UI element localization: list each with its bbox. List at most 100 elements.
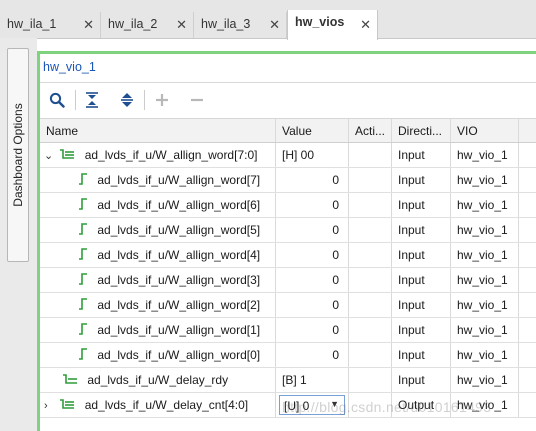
tab-label: hw_vios — [295, 15, 345, 29]
probe-value[interactable]: 0 — [276, 243, 349, 267]
close-icon[interactable]: ✕ — [83, 17, 94, 33]
search-icon[interactable] — [46, 89, 68, 111]
probe-vio: hw_vio_1 — [451, 218, 519, 242]
tab-hw-ila-2[interactable]: hw_ila_2 ✕ — [101, 12, 194, 38]
probe-name: ad_lvds_if_u/W_allign_word[0] — [97, 348, 261, 362]
probe-activity — [349, 268, 392, 292]
probe-vio: hw_vio_1 — [451, 318, 519, 342]
divider — [40, 82, 536, 83]
probe-activity — [349, 143, 392, 167]
probe-activity — [349, 243, 392, 267]
signal-icon — [78, 298, 88, 313]
tab-label: hw_ila_3 — [201, 17, 251, 31]
column-header-name[interactable]: Name — [40, 119, 276, 142]
table-row[interactable]: ad_lvds_if_u/W_allign_word[2] 0 Input hw… — [40, 293, 536, 318]
probe-vio: hw_vio_1 — [451, 343, 519, 367]
tab-bar: hw_ila_1 ✕ hw_ila_2 ✕ hw_ila_3 ✕ hw_vios… — [0, 0, 536, 40]
collapse-all-icon[interactable] — [81, 89, 103, 111]
chevron-right-icon[interactable]: › — [44, 400, 56, 412]
add-icon[interactable] — [151, 89, 173, 111]
probe-vio: hw_vio_1 — [451, 268, 519, 292]
probe-activity — [349, 218, 392, 242]
probe-vio: hw_vio_1 — [451, 293, 519, 317]
probe-direction: Input — [392, 193, 451, 217]
probe-direction: Input — [392, 343, 451, 367]
probe-value[interactable]: 0 — [276, 168, 349, 192]
dashboard-options-button[interactable]: Dashboard Options — [7, 48, 29, 262]
tab-label: hw_ila_1 — [7, 17, 57, 31]
tab-hw-ila-3[interactable]: hw_ila_3 ✕ — [194, 12, 287, 38]
probe-activity — [349, 368, 392, 392]
probe-name: ad_lvds_if_u/W_allign_word[1] — [97, 323, 261, 337]
column-header-vio[interactable]: VIO — [451, 119, 519, 142]
table-row[interactable]: ad_lvds_if_u/W_allign_word[6] 0 Input hw… — [40, 193, 536, 218]
bus-icon — [59, 148, 75, 163]
table-header: Name Value Acti... Directi... VIO — [40, 118, 536, 143]
probe-name: ad_lvds_if_u/W_allign_word[7:0] — [84, 148, 258, 162]
probe-vio: hw_vio_1 — [451, 168, 519, 192]
probe-vio: hw_vio_1 — [451, 193, 519, 217]
probe-direction: Input — [392, 168, 451, 192]
probe-name: ad_lvds_if_u/W_allign_word[4] — [97, 248, 261, 262]
left-side-strip: Dashboard Options — [0, 38, 37, 431]
chevron-down-icon[interactable]: ⌄ — [44, 149, 56, 162]
close-icon[interactable]: ✕ — [176, 17, 187, 33]
probe-name: ad_lvds_if_u/W_delay_rdy — [87, 373, 229, 387]
table-row[interactable]: ad_lvds_if_u/W_allign_word[4] 0 Input hw… — [40, 243, 536, 268]
signal-icon — [78, 323, 88, 338]
panel-title[interactable]: hw_vio_1 — [43, 60, 96, 74]
signal-icon — [78, 273, 88, 288]
probe-value[interactable]: [B] 1 — [276, 368, 349, 392]
signal-icon — [78, 223, 88, 238]
probe-direction: Input — [392, 218, 451, 242]
bus-icon — [59, 398, 75, 413]
tab-hw-vios[interactable]: hw_vios ✕ — [287, 10, 378, 40]
probe-table: Name Value Acti... Directi... VIO ⌄ ad_l… — [40, 118, 536, 418]
probe-name: ad_lvds_if_u/W_allign_word[3] — [97, 273, 261, 287]
probe-activity — [349, 343, 392, 367]
table-row[interactable]: ⌄ ad_lvds_if_u/W_allign_word[7:0] [H] 00… — [40, 143, 536, 168]
table-row[interactable]: ad_lvds_if_u/W_allign_word[1] 0 Input hw… — [40, 318, 536, 343]
probe-value[interactable]: 0 — [276, 268, 349, 292]
close-icon[interactable]: ✕ — [360, 17, 371, 33]
probe-name: ad_lvds_if_u/W_allign_word[7] — [97, 173, 261, 187]
probe-name: ad_lvds_if_u/W_allign_word[6] — [97, 198, 261, 212]
column-header-value[interactable]: Value — [276, 119, 349, 142]
probe-name: ad_lvds_if_u/W_allign_word[5] — [97, 223, 261, 237]
probe-value[interactable]: 0 — [276, 318, 349, 342]
probe-direction: Input — [392, 143, 451, 167]
probe-activity — [349, 318, 392, 342]
tab-hw-ila-1[interactable]: hw_ila_1 ✕ — [0, 12, 101, 38]
table-row[interactable]: ad_lvds_if_u/W_delay_rdy [B] 1 Input hw_… — [40, 368, 536, 393]
probe-value[interactable]: 0 — [276, 343, 349, 367]
signal-icon — [78, 198, 88, 213]
table-row[interactable]: ad_lvds_if_u/W_allign_word[7] 0 Input hw… — [40, 168, 536, 193]
probe-vio: hw_vio_1 — [451, 368, 519, 392]
probe-direction: Input — [392, 243, 451, 267]
probe-vio: hw_vio_1 — [451, 243, 519, 267]
table-row[interactable]: ad_lvds_if_u/W_allign_word[0] 0 Input hw… — [40, 343, 536, 368]
expand-all-icon[interactable] — [116, 89, 138, 111]
probe-vio: hw_vio_1 — [451, 143, 519, 167]
probe-value[interactable]: [H] 00 — [276, 143, 349, 167]
probe-value[interactable]: 0 — [276, 218, 349, 242]
probe-activity — [349, 293, 392, 317]
probe-direction: Input — [392, 318, 451, 342]
signal-icon — [78, 348, 88, 363]
close-icon[interactable]: ✕ — [269, 17, 280, 33]
probe-activity — [349, 193, 392, 217]
probe-name: ad_lvds_if_u/W_delay_cnt[4:0] — [84, 398, 249, 412]
probe-value[interactable]: 0 — [276, 193, 349, 217]
dashboard-options-label: Dashboard Options — [11, 103, 25, 207]
probe-value[interactable]: 0 — [276, 293, 349, 317]
remove-icon[interactable] — [186, 89, 208, 111]
table-row[interactable]: ad_lvds_if_u/W_allign_word[5] 0 Input hw… — [40, 218, 536, 243]
column-header-direction[interactable]: Directi... — [392, 119, 451, 142]
column-header-activity[interactable]: Acti... — [349, 119, 392, 142]
table-row[interactable]: ad_lvds_if_u/W_allign_word[3] 0 Input hw… — [40, 268, 536, 293]
toolbar-separator — [75, 90, 76, 110]
probe-name: ad_lvds_if_u/W_allign_word[2] — [97, 298, 261, 312]
tab-label: hw_ila_2 — [108, 17, 158, 31]
signal-icon — [78, 173, 88, 188]
toolbar — [40, 84, 536, 116]
